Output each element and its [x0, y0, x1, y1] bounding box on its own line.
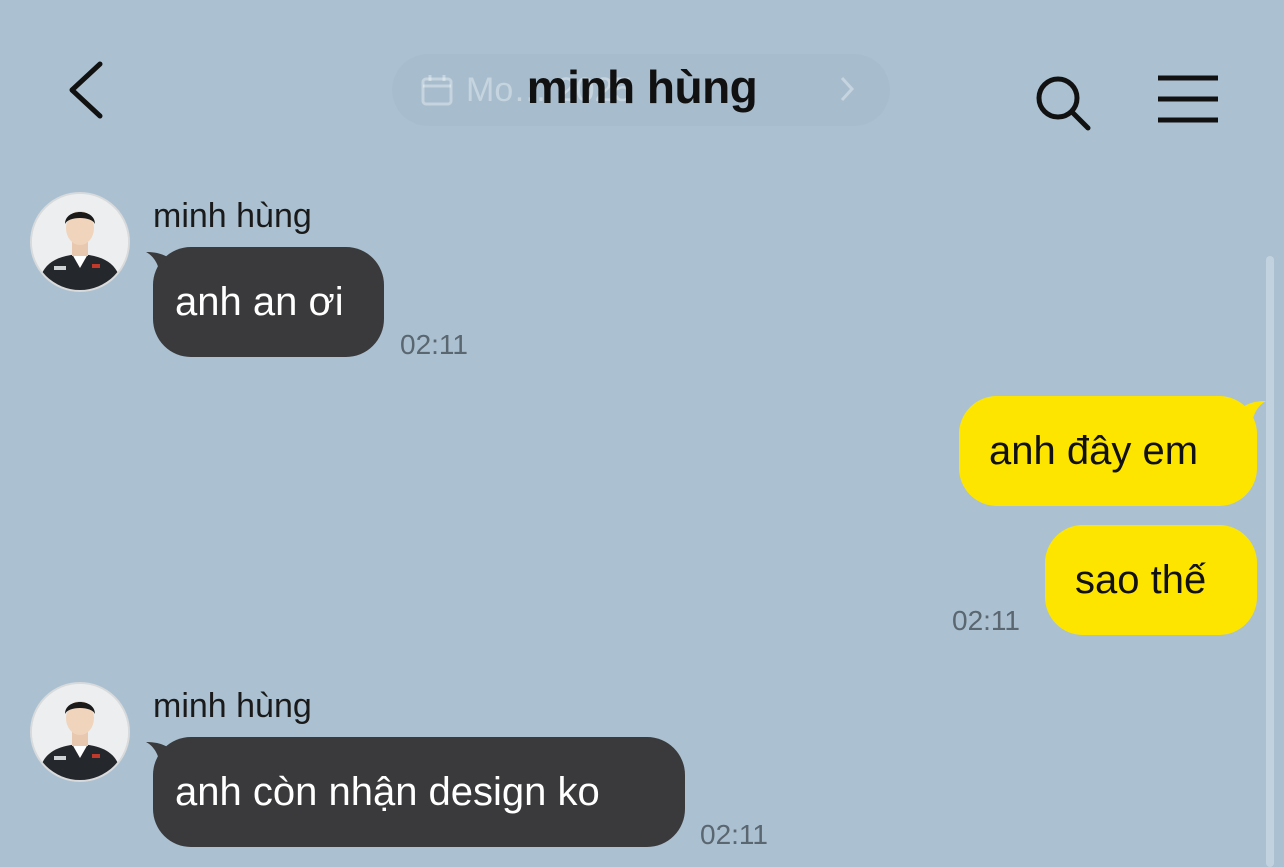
sender-name: minh hùng [153, 687, 312, 725]
menu-button[interactable] [1152, 72, 1224, 128]
search-icon [1036, 76, 1091, 131]
message-timestamp: 02:11 [400, 329, 468, 360]
message-bubble-received[interactable]: anh an ơi [153, 247, 384, 357]
sender-name: minh hùng [153, 197, 312, 235]
back-button[interactable] [56, 56, 120, 126]
date-pill[interactable]: Mo… 2025 [392, 54, 890, 126]
message-timestamp: 02:11 [700, 819, 768, 850]
message-text: anh còn nhận design ko [175, 769, 600, 814]
scrollbar[interactable] [1266, 256, 1274, 867]
message-bubble-sent[interactable]: anh đây em [959, 396, 1257, 506]
chevron-right-icon [838, 72, 856, 115]
message-bubble-sent[interactable]: sao thế [1045, 525, 1257, 635]
message-bubble-received[interactable]: anh còn nhận design ko [153, 737, 685, 847]
message-text: sao thế [1075, 557, 1207, 602]
message-text: anh đây em [989, 428, 1199, 473]
chevron-left-icon [69, 61, 103, 119]
avatar[interactable] [30, 192, 130, 292]
calendar-icon [420, 73, 454, 107]
date-pill-label: Mo… 2025 [466, 70, 633, 109]
hamburger-menu-icon [1158, 75, 1218, 123]
message-text: anh an ơi [175, 279, 344, 324]
chat-header: Mo… 2025 minh hùng [0, 0, 1284, 170]
message-timestamp: 02:11 [952, 605, 1020, 636]
search-button[interactable] [1032, 72, 1096, 136]
avatar[interactable] [30, 682, 130, 782]
